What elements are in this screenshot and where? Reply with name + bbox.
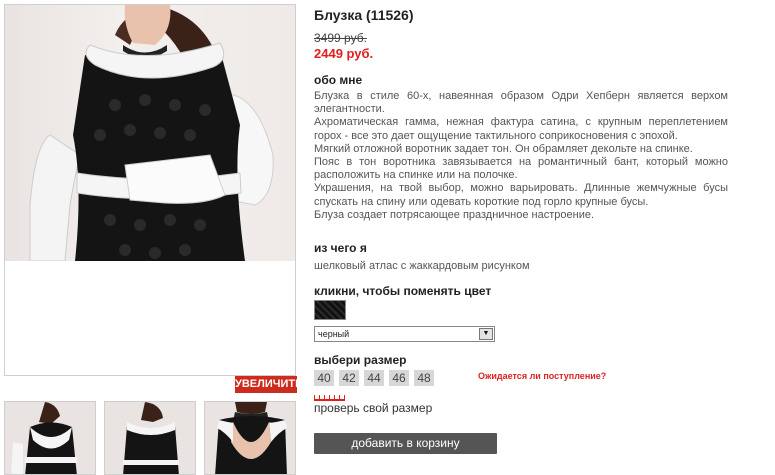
thumbnail-strip	[4, 401, 296, 475]
thumbnail-image	[205, 402, 295, 474]
size-option[interactable]: 46	[389, 370, 409, 386]
product-title: Блузка (11526)	[314, 7, 414, 23]
size-heading: выбери размер	[314, 353, 407, 367]
color-select-value: черный	[318, 329, 350, 339]
add-to-cart-button[interactable]: добавить в корзину	[314, 433, 497, 454]
thumbnail-image	[105, 402, 195, 474]
old-price: 3499 руб.	[314, 31, 367, 45]
description-paragraph: Пояс в тон воротника завязывается на ром…	[314, 156, 728, 182]
size-option[interactable]: 44	[364, 370, 384, 386]
size-option[interactable]: 42	[339, 370, 359, 386]
material-text: шелковый атлас с жаккардовым рисунком	[314, 260, 530, 272]
main-product-photo[interactable]	[4, 4, 296, 376]
size-option[interactable]: 40	[314, 370, 334, 386]
new-price: 2449 руб.	[314, 46, 374, 61]
description-paragraph: Блузка в стиле 60-х, навеянная образом О…	[314, 90, 728, 116]
product-description: Блузка в стиле 60-х, навеянная образом О…	[314, 90, 728, 222]
model-photo-illustration	[29, 5, 274, 261]
thumbnail-1[interactable]	[4, 401, 96, 475]
enlarge-button[interactable]: УВЕЛИЧИТЬ	[235, 376, 303, 393]
description-paragraph: Украшения, на твой выбор, можно варьиров…	[314, 182, 728, 208]
material-heading: из чего я	[314, 241, 367, 255]
color-heading: кликни, чтобы поменять цвет	[314, 284, 492, 298]
description-paragraph: Мягкий отложной воротник задает тон. Он …	[314, 142, 693, 155]
product-image	[5, 5, 295, 261]
size-option[interactable]: 48	[414, 370, 434, 386]
chevron-down-icon[interactable]: ▼	[479, 328, 493, 340]
thumbnail-2[interactable]	[104, 401, 196, 475]
thumbnail-3[interactable]	[204, 401, 296, 475]
check-size-link[interactable]: проверь свой размер	[314, 401, 432, 415]
availability-link[interactable]: Ожидается ли поступление?	[478, 371, 606, 381]
color-select[interactable]: черный ▼	[314, 326, 495, 342]
thumbnail-image	[5, 402, 95, 474]
about-heading: обо мне	[314, 73, 363, 87]
description-paragraph: Ахроматическая гамма, нежная фактура сат…	[314, 116, 728, 142]
description-paragraph: Блуза создает потрясающее праздничное на…	[314, 208, 595, 221]
color-swatch-black[interactable]	[314, 300, 346, 320]
